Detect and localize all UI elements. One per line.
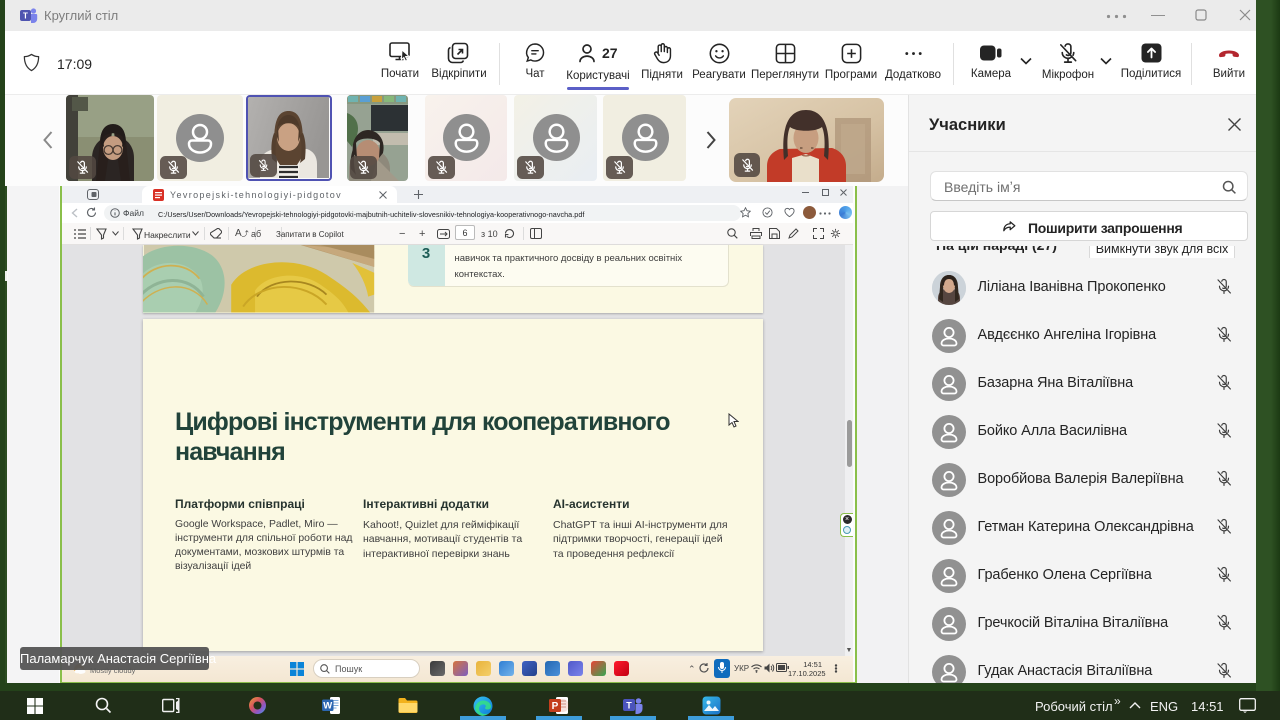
svg-text:W: W <box>323 701 332 712</box>
svg-text:T: T <box>626 701 632 711</box>
svg-text:P: P <box>552 701 559 712</box>
svg-text:T: T <box>23 12 28 21</box>
